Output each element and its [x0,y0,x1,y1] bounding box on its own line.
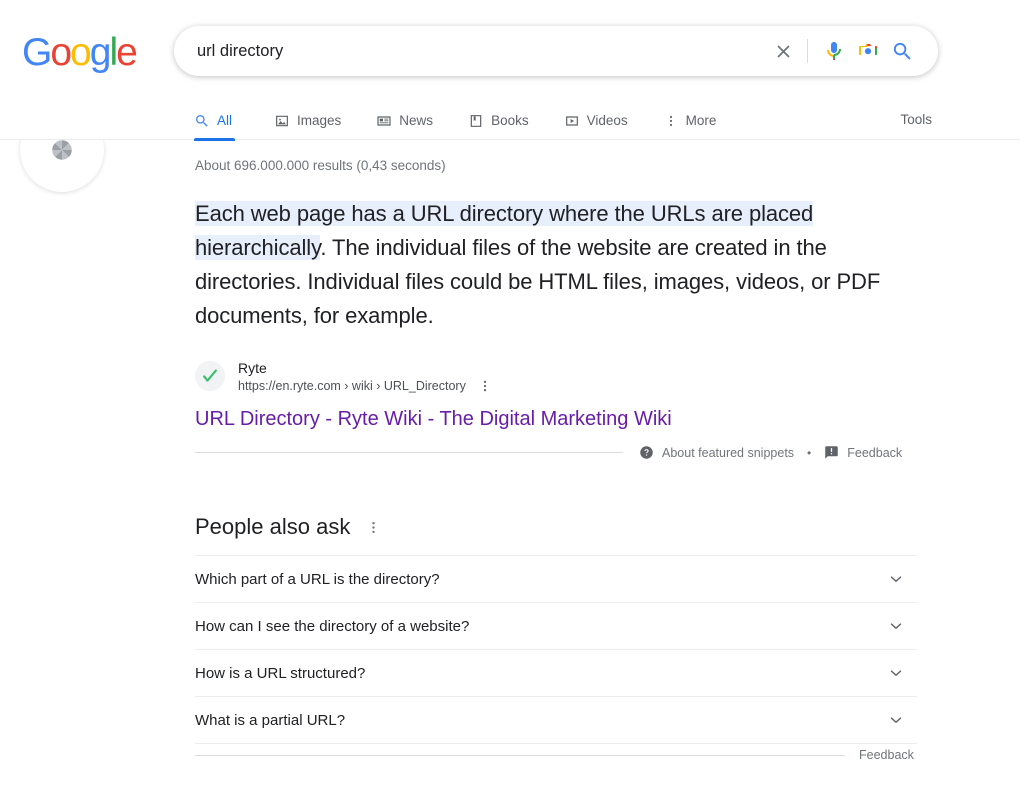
people-also-ask: People also ask Which part of a URL is t… [195,512,917,744]
google-logo[interactable]: Google [22,31,138,74]
search-icon [893,42,911,60]
search-input[interactable] [175,28,766,74]
list-item[interactable]: How is a URL structured? [195,650,917,697]
search-tabs: All Images News Books Videos More [194,101,738,141]
footer-separator: • [807,445,812,460]
video-icon [565,115,578,126]
snippet-source: Ryte https://en.ryte.com › wiki › URL_Di… [195,359,917,395]
news-icon [377,115,391,126]
chevron-down-icon [887,570,917,588]
tab-books-label: Books [491,113,529,128]
checkmark-icon [203,369,217,382]
divider [195,452,623,453]
voice-search-button[interactable] [817,34,851,68]
search-box[interactable] [174,26,938,76]
google-search-results-page: Google url directory All Images News Boo… [0,0,1020,785]
tab-news[interactable]: News [363,101,446,140]
chevron-down-icon [887,617,917,635]
paa-question-label: How can I see the directory of a website… [195,617,470,635]
about-featured-snippets-label: About featured snippets [662,445,795,460]
search-submit-button[interactable] [885,34,919,68]
results-count: About 696.000.000 results (0,43 seconds) [195,158,446,173]
tab-images-label: Images [297,113,342,128]
feedback-icon [825,446,838,459]
help-icon [640,446,653,459]
about-featured-snippets-link[interactable]: About featured snippets [639,445,794,460]
people-also-ask-header: People also ask [195,512,917,542]
chevron-down-icon [887,664,917,682]
search-divider [807,39,808,63]
tab-more-label: More [685,113,717,128]
tab-images[interactable]: Images [261,101,354,140]
image-icon [276,115,288,126]
clear-search-button[interactable] [766,34,800,68]
logo-letter-g: G [22,31,52,74]
paa-question-label: How is a URL structured? [195,664,366,682]
tab-all[interactable]: All [194,101,245,141]
featured-snippet-text: Each web page has a URL directory where … [195,197,917,333]
tab-news-label: News [399,113,434,128]
lens-search-button[interactable] [851,34,885,68]
tab-books[interactable]: Books [455,101,542,140]
page-title: People also ask [195,514,351,539]
search-icon [196,114,208,127]
tab-videos[interactable]: Videos [551,101,641,140]
close-icon [776,44,790,58]
more-vert-icon [669,115,672,126]
snippet-feedback-label: Feedback [847,445,903,460]
camera-lens-icon [859,44,877,55]
divider [195,754,845,756]
result-title-link[interactable]: URL Directory - Ryte Wiki - The Digital … [195,406,672,432]
paa-options-button[interactable] [364,518,383,537]
chevron-down-icon [887,711,917,729]
microphone-icon [827,42,841,60]
more-vert-icon [483,380,486,392]
breadcrumb: https://en.ryte.com › wiki › URL_Directo… [238,379,466,393]
list-item[interactable]: Which part of a URL is the directory? [195,556,917,603]
paa-feedback-link[interactable]: Feedback [859,748,914,762]
people-also-ask-list: Which part of a URL is the directory? Ho… [195,555,917,744]
more-vert-icon [372,521,376,533]
logo-letter-g2: g [89,31,112,74]
book-icon [470,114,482,127]
list-item[interactable]: How can I see the directory of a website… [195,603,917,650]
snippet-feedback-link[interactable]: Feedback [824,445,902,460]
logo-letter-o2: o [70,31,92,74]
people-also-ask-footer: Feedback [195,748,917,762]
paa-question-label: What is a partial URL? [195,711,346,729]
tab-more[interactable]: More [650,101,730,140]
tab-all-label: All [217,113,233,128]
source-url-row: https://en.ryte.com › wiki › URL_Directo… [238,377,494,395]
logo-letter-e: e [116,31,138,74]
pinwheel-icon [52,140,72,160]
list-item[interactable]: What is a partial URL? [195,697,917,744]
tools-button[interactable]: Tools [892,108,940,131]
source-name: Ryte [238,360,267,376]
tab-videos-label: Videos [586,113,628,128]
logo-letter-o1: o [50,31,72,74]
source-meta: Ryte https://en.ryte.com › wiki › URL_Di… [238,359,494,395]
avatar [195,361,225,391]
search-box-actions [766,34,937,68]
result-options-button[interactable] [476,377,494,395]
paa-question-label: Which part of a URL is the directory? [195,570,440,588]
featured-snippet: Each web page has a URL directory where … [195,197,917,432]
search-header: Google url directory All Images News Boo… [0,0,1020,141]
snippet-footer: About featured snippets • Feedback [195,445,917,460]
